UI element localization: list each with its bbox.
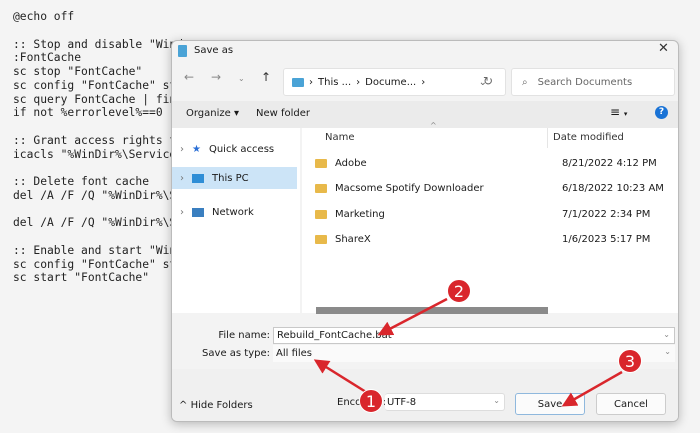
annotation-badge-2: 2 [447,279,471,303]
arrow-2 [377,297,448,336]
arrow-1 [313,359,367,394]
arrow-3 [561,370,623,407]
annotation-arrows [313,297,623,407]
annotation-badge-3: 3 [618,349,642,373]
annotation-badge-1: 1 [359,389,383,413]
